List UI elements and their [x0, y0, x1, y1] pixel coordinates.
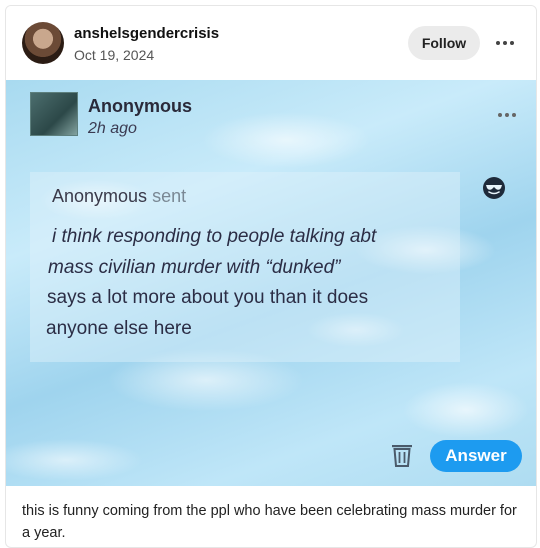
- trash-icon[interactable]: [390, 442, 414, 468]
- ask-block: Anonymous 2h ago Anonymous sent i think …: [6, 80, 536, 486]
- username[interactable]: anshelsgendercrisis: [74, 25, 219, 42]
- ask-bubble: Anonymous sent i think responding to peo…: [30, 172, 460, 362]
- sunglasses-emoji-icon: [483, 177, 505, 199]
- follow-button[interactable]: Follow: [408, 26, 480, 60]
- ask-sender: Anonymous: [52, 186, 148, 206]
- post-caption: this is funny coming from the ppl who ha…: [22, 503, 517, 541]
- ask-message: i think responding to people talking abt…: [44, 222, 454, 344]
- message-line: says a lot more about you than it does: [47, 287, 369, 308]
- more-options-icon[interactable]: [490, 32, 520, 54]
- message-line: i think responding to people talking abt: [52, 226, 377, 247]
- post-date[interactable]: Oct 19, 2024: [74, 47, 154, 63]
- message-line: mass civilian murder with “dunked”: [48, 256, 341, 278]
- user-avatar[interactable]: [22, 22, 64, 64]
- post-header: anshelsgendercrisis Oct 19, 2024 Follow: [6, 6, 536, 80]
- anonymous-avatar: [30, 92, 78, 136]
- message-line: anyone else here: [46, 317, 192, 339]
- answer-button[interactable]: Answer: [430, 440, 522, 472]
- ask-time: 2h ago: [88, 120, 137, 137]
- ask-more-options-icon[interactable]: [492, 108, 522, 122]
- sent-word: sent: [152, 186, 187, 206]
- post-card: anshelsgendercrisis Oct 19, 2024 Follow …: [5, 5, 537, 548]
- sent-line: Anonymous sent: [52, 186, 186, 207]
- ask-author: Anonymous: [88, 96, 193, 116]
